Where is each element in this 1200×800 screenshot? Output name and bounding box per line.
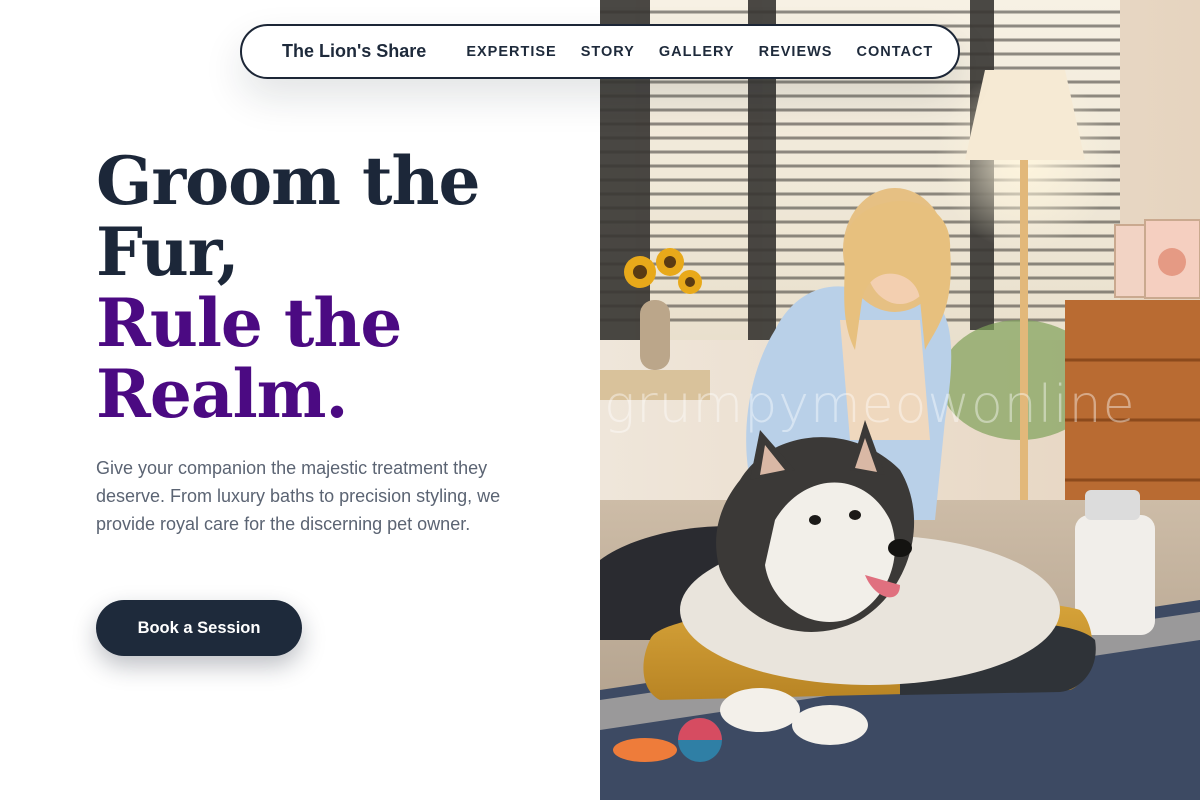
nav-link-gallery[interactable]: GALLERY — [659, 44, 735, 60]
brand-logo[interactable]: The Lion's Share — [282, 41, 426, 62]
headline-accent-line: Realm. — [96, 355, 349, 433]
hero-text: Groom the Fur, Rule the Realm. Give your… — [96, 146, 566, 538]
hero-photo: grumpymeowonline — [600, 0, 1200, 800]
headline-line: Fur, — [96, 213, 240, 291]
nav-link-expertise[interactable]: EXPERTISE — [466, 44, 556, 60]
headline-line: Groom the — [96, 142, 480, 220]
nav-links: EXPERTISE STORY GALLERY REVIEWS CONTACT — [466, 44, 933, 60]
nav-link-reviews[interactable]: REVIEWS — [759, 44, 833, 60]
hero-headline: Groom the Fur, Rule the Realm. — [96, 146, 566, 430]
nav-link-story[interactable]: STORY — [581, 44, 635, 60]
watermark-text: grumpymeowonline — [604, 375, 1136, 435]
nav-link-contact[interactable]: CONTACT — [856, 44, 933, 60]
top-navigation: The Lion's Share EXPERTISE STORY GALLERY… — [240, 24, 960, 79]
headline-accent-line: Rule the — [96, 284, 402, 362]
hero-subcopy: Give your companion the majestic treatme… — [96, 458, 501, 534]
landing-page: grumpymeowonline The Lion's Share EXPERT… — [0, 0, 1200, 800]
book-session-button[interactable]: Book a Session — [96, 600, 302, 656]
